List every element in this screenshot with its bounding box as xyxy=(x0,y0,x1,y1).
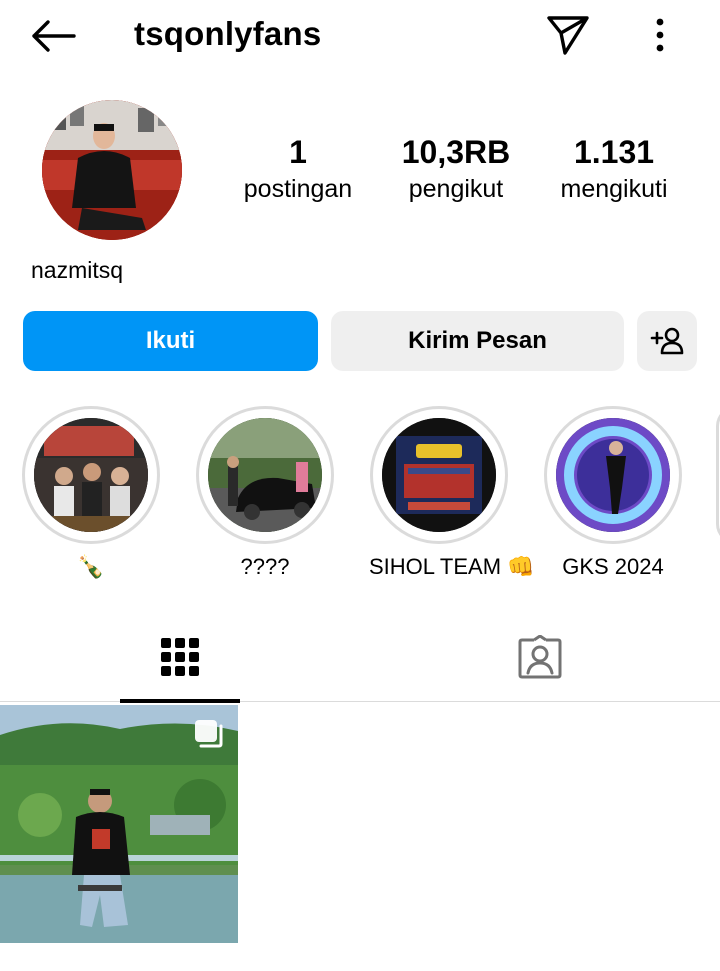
profile-name: nazmitsq xyxy=(31,257,124,283)
highlight-ring xyxy=(370,406,508,544)
highlight-caption: 🍾 xyxy=(77,554,105,579)
story-highlight[interactable]: GKS 2024 xyxy=(543,406,683,580)
tagged-person-icon xyxy=(518,635,562,679)
highlight-cover xyxy=(556,418,670,532)
more-options-button[interactable] xyxy=(640,12,680,58)
top-app-bar: tsqonlyfans xyxy=(0,0,720,72)
tab-tagged[interactable] xyxy=(480,612,600,702)
highlight-cover xyxy=(208,418,322,532)
highlight-ring xyxy=(22,406,160,544)
following-count-value: 1.131 xyxy=(573,134,655,170)
posts-count-label: postingan xyxy=(243,175,353,203)
vertical-dots-icon xyxy=(656,18,664,52)
tab-posts-grid[interactable] xyxy=(120,612,240,703)
post-thumbnail[interactable] xyxy=(0,705,238,943)
profile-tabs xyxy=(0,612,720,703)
highlight-caption: GKS 2024 xyxy=(562,554,664,579)
profile-username: tsqonlyfans xyxy=(134,15,322,52)
story-highlight[interactable]: SIHOL TEAM 👊 xyxy=(369,406,535,580)
multiple-posts-icon xyxy=(195,720,223,748)
story-highlight[interactable]: ???? xyxy=(195,406,335,580)
posts-count: 1 postingan xyxy=(232,132,364,206)
followers-count-label: pengikut xyxy=(408,175,504,203)
highlight-cover xyxy=(34,418,148,532)
grid-icon xyxy=(161,638,199,676)
highlight-cover xyxy=(382,418,496,532)
add-person-icon xyxy=(650,327,684,355)
story-highlight-partial[interactable] xyxy=(716,406,720,544)
followers-count-value: 10,3RB xyxy=(401,134,511,170)
follow-button[interactable]: Ikuti xyxy=(23,311,318,371)
highlight-ring xyxy=(544,406,682,544)
posts-count-value: 1 xyxy=(289,134,307,170)
share-button[interactable] xyxy=(544,12,592,58)
following-count[interactable]: 1.131 mengikuti xyxy=(548,132,680,206)
message-button[interactable]: Kirim Pesan xyxy=(331,311,624,371)
followers-count[interactable]: 10,3RB pengikut xyxy=(390,132,522,206)
back-button[interactable] xyxy=(28,16,78,56)
paper-plane-icon xyxy=(547,16,589,55)
highlight-ring xyxy=(196,406,334,544)
story-highlight[interactable]: 🍾 xyxy=(21,406,161,580)
profile-photo xyxy=(42,100,182,240)
avatar[interactable] xyxy=(42,100,182,240)
arrow-left-icon xyxy=(32,20,76,52)
highlight-caption: ???? xyxy=(240,554,290,579)
highlight-caption: SIHOL TEAM 👊 xyxy=(369,554,535,579)
suggested-accounts-button[interactable] xyxy=(637,311,697,371)
following-count-label: mengikuti xyxy=(560,175,668,203)
